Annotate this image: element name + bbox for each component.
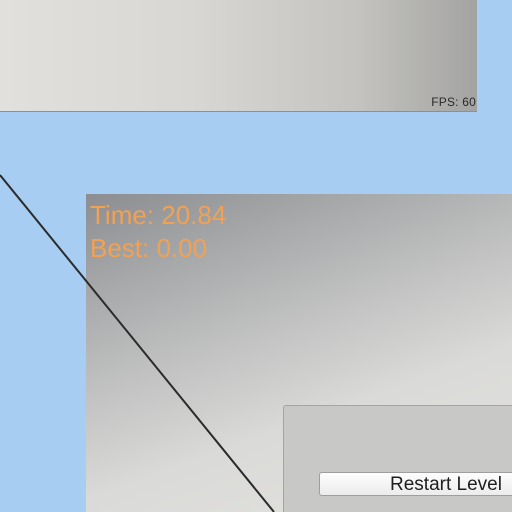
pause-menu-panel: Restart Level: [283, 405, 512, 512]
game-viewport[interactable]: FPS: 60 Time: 20.84 Best: 0.00 Restart L…: [0, 0, 512, 512]
best-readout: Best: 0.00: [90, 233, 208, 263]
top-platform: FPS: 60: [0, 0, 477, 112]
main-platform: Time: 20.84 Best: 0.00 Restart Level: [86, 194, 512, 512]
fps-counter: FPS: 60: [431, 95, 476, 109]
restart-level-button[interactable]: Restart Level: [319, 472, 512, 496]
time-readout: Time: 20.84: [90, 200, 227, 230]
